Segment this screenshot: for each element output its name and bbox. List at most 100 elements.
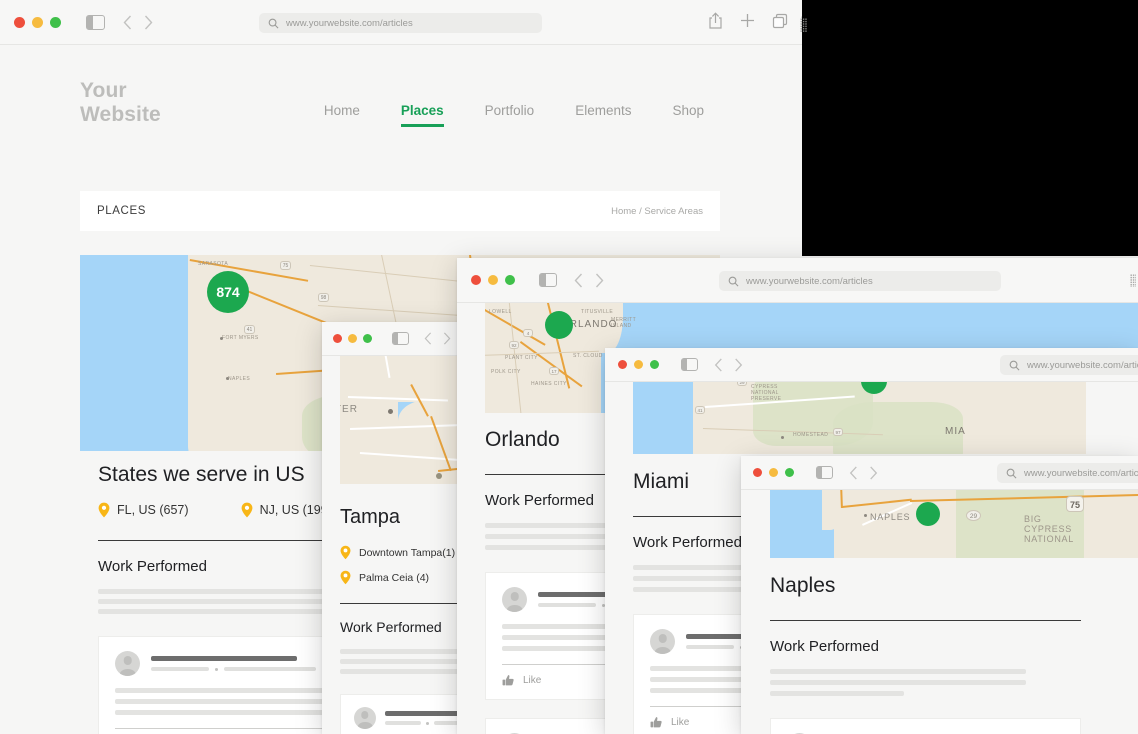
- browser-chrome: www.yourwebsite.com/articles: [605, 348, 1138, 382]
- nav-arrows[interactable]: [424, 332, 451, 345]
- back-arrow-icon: [849, 466, 858, 480]
- zoom-button[interactable]: [650, 360, 659, 369]
- review-card-identity: [151, 656, 316, 671]
- close-button[interactable]: [471, 275, 481, 285]
- minimize-button[interactable]: [32, 17, 43, 28]
- sidebar-toggle-icon[interactable]: [681, 358, 698, 371]
- avatar: [502, 587, 527, 612]
- meta-separator-dot: [426, 722, 429, 725]
- pin-label: FL, US (657): [117, 503, 189, 517]
- traffic-lights[interactable]: [753, 468, 794, 477]
- map-marker-874[interactable]: 874: [207, 271, 249, 313]
- thumbs-up-icon: [650, 716, 663, 729]
- traffic-lights[interactable]: [618, 360, 659, 369]
- search-icon: [728, 276, 739, 287]
- share-icon[interactable]: [708, 12, 723, 29]
- skeleton-text-block: [770, 669, 1081, 696]
- nav-item-home[interactable]: Home: [324, 103, 360, 118]
- address-bar-text: www.yourwebsite.com/articles: [1027, 360, 1138, 371]
- search-icon: [268, 18, 279, 29]
- address-bar[interactable]: www.yourwebsite.com/articles: [1000, 355, 1138, 375]
- zoom-button[interactable]: [505, 275, 515, 285]
- browser-chrome: www.yourwebsite.com/articles: [457, 258, 1138, 303]
- nav-arrows[interactable]: [714, 358, 743, 372]
- skeleton-line: [770, 669, 1026, 674]
- browser-chrome: www.yourwebsite.com/articles: [0, 0, 802, 45]
- site-logo[interactable]: Your Website: [80, 79, 161, 126]
- page-title-bar: PLACES Home / Service Areas: [80, 191, 720, 231]
- map-miami[interactable]: NAPLES BIGCYPRESSNATIONALPRESERVE HOMEST…: [633, 382, 1086, 454]
- zoom-button[interactable]: [50, 17, 61, 28]
- window-resize-grip[interactable]: [1130, 274, 1136, 287]
- location-pin-icon: [340, 570, 351, 585]
- avatar: [115, 651, 140, 676]
- pin-label: Palma Ceia (4): [359, 572, 429, 584]
- breadcrumb[interactable]: Home / Service Areas: [611, 206, 703, 217]
- avatar: [650, 629, 675, 654]
- location-pin-icon: [98, 502, 110, 518]
- traffic-lights[interactable]: [333, 334, 372, 343]
- work-performed-heading: Work Performed: [770, 638, 1081, 655]
- address-bar-text: www.yourwebsite.com/articles: [1024, 468, 1138, 479]
- skeleton-line: [770, 680, 1026, 685]
- back-arrow-icon: [123, 15, 132, 30]
- nav-item-places[interactable]: Places: [401, 103, 444, 118]
- divider: [770, 620, 1081, 621]
- interstate-75-shield: 75: [1066, 496, 1084, 512]
- sidebar-toggle-icon[interactable]: [816, 466, 833, 479]
- address-bar[interactable]: www.yourwebsite.com/articles: [997, 463, 1138, 483]
- address-bar-text: www.yourwebsite.com/articles: [746, 276, 873, 287]
- site-page-naples: NAPLES BIGCYPRESSNATIONAL 29 75 Naples W…: [741, 490, 1138, 734]
- close-button[interactable]: [753, 468, 762, 477]
- minimize-button[interactable]: [769, 468, 778, 477]
- site-logo-line1: Your: [80, 79, 161, 103]
- article-body-naples: Naples Work Performed: [770, 574, 1081, 734]
- back-arrow-icon: [574, 273, 583, 288]
- toolbar-icons[interactable]: [708, 12, 788, 29]
- map-naples[interactable]: NAPLES BIGCYPRESSNATIONAL 29 75: [770, 490, 1138, 558]
- close-button[interactable]: [618, 360, 627, 369]
- map-marker-label: 874: [216, 284, 239, 300]
- zoom-button[interactable]: [363, 334, 372, 343]
- avatar: [354, 707, 376, 729]
- sidebar-toggle-icon[interactable]: [86, 15, 105, 30]
- back-arrow-icon: [714, 358, 723, 372]
- search-icon: [1006, 468, 1017, 479]
- close-button[interactable]: [14, 17, 25, 28]
- tabs-overview-icon[interactable]: [772, 13, 788, 29]
- traffic-lights[interactable]: [14, 17, 61, 28]
- nav-arrows[interactable]: [849, 466, 878, 480]
- close-button[interactable]: [333, 334, 342, 343]
- zoom-button[interactable]: [785, 468, 794, 477]
- address-bar[interactable]: www.yourwebsite.com/articles: [259, 13, 542, 33]
- nav-item-shop[interactable]: Shop: [672, 103, 704, 118]
- location-pin-icon: [340, 545, 351, 560]
- address-bar[interactable]: www.yourwebsite.com/articles: [719, 271, 1001, 291]
- nav-arrows[interactable]: [574, 273, 604, 288]
- minimize-button[interactable]: [348, 334, 357, 343]
- forward-arrow-icon: [595, 273, 604, 288]
- nav-arrows[interactable]: [123, 15, 153, 30]
- nav-item-portfolio[interactable]: Portfolio: [485, 103, 535, 118]
- location-pin-icon: [241, 502, 253, 518]
- site-logo-line2: Website: [80, 103, 161, 127]
- main-nav[interactable]: Home Places Portfolio Elements Shop: [324, 103, 704, 118]
- forward-arrow-icon: [144, 15, 153, 30]
- sidebar-toggle-icon[interactable]: [539, 273, 557, 287]
- window-resize-grip[interactable]: [800, 18, 807, 32]
- map-marker-naples[interactable]: [916, 502, 940, 526]
- nav-item-elements[interactable]: Elements: [575, 103, 631, 118]
- meta-separator-dot: [215, 668, 218, 671]
- skeleton-name: [151, 656, 297, 661]
- pin-item[interactable]: FL, US (657): [98, 502, 189, 518]
- review-card[interactable]: [770, 718, 1081, 734]
- plus-icon[interactable]: [740, 13, 755, 28]
- map-marker-orlando[interactable]: [545, 311, 573, 339]
- forward-arrow-icon: [443, 332, 451, 345]
- minimize-button[interactable]: [488, 275, 498, 285]
- sidebar-toggle-icon[interactable]: [392, 332, 409, 345]
- traffic-lights[interactable]: [471, 275, 515, 285]
- like-label: Like: [523, 675, 541, 686]
- minimize-button[interactable]: [634, 360, 643, 369]
- browser-window-naples[interactable]: www.yourwebsite.com/articles NAPLES BIGC…: [741, 456, 1138, 734]
